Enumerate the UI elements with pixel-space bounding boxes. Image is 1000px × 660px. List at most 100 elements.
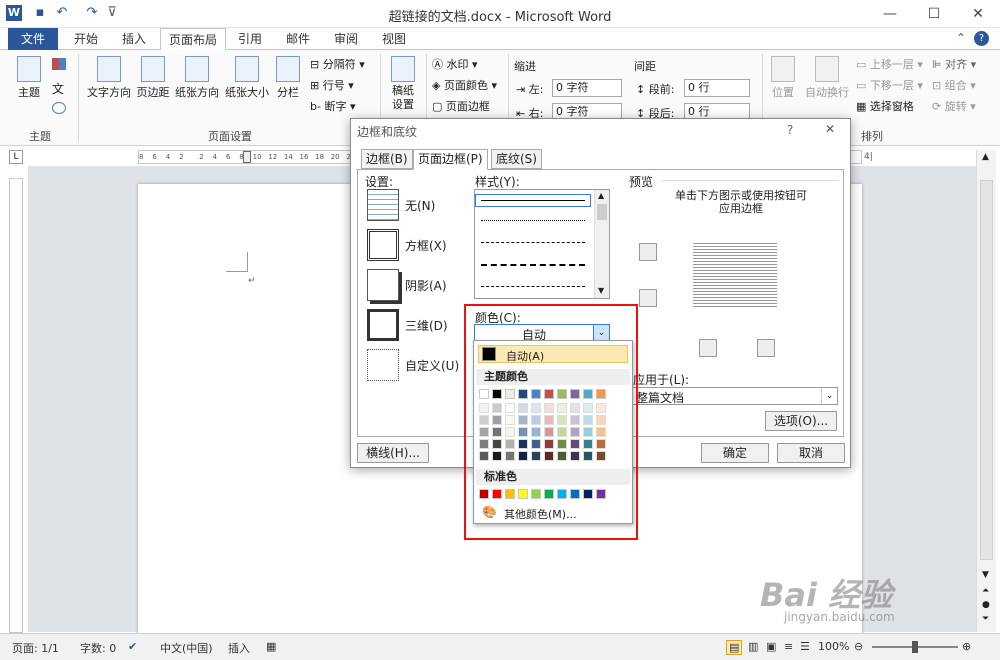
page-borders-button[interactable]: ▢ 页面边框 (432, 98, 490, 114)
help-icon[interactable]: ? (974, 31, 989, 46)
setting-custom-label[interactable]: 自定义(U) (405, 357, 459, 374)
vertical-ruler[interactable] (9, 178, 23, 633)
bring-forward-button[interactable]: ▭ 上移一层 ▾ (856, 56, 923, 72)
theme-effects-icon[interactable] (52, 102, 66, 114)
collapse-ribbon-icon[interactable]: ⌃ (956, 31, 966, 45)
border-top-toggle-icon[interactable] (639, 243, 657, 261)
style-dashed-option[interactable] (481, 264, 585, 266)
status-mode[interactable]: 插入 (228, 640, 250, 656)
border-right-toggle-icon[interactable] (757, 339, 775, 357)
margins-button[interactable]: 页边距 (134, 56, 172, 100)
style-dashdot-option[interactable] (481, 286, 585, 287)
hyphenation-button[interactable]: b- 断字 ▾ (310, 98, 355, 114)
web-layout-icon[interactable]: ▣ (766, 640, 776, 653)
proofing-icon[interactable]: ✔ (128, 640, 137, 653)
style-scrollbar[interactable]: ▲ ▼ (594, 190, 609, 298)
indent-marker-icon[interactable] (243, 151, 251, 163)
size-button[interactable]: 纸张大小 (222, 56, 272, 100)
style-list[interactable]: ▲ ▼ (474, 189, 610, 299)
maximize-button[interactable]: ☐ (912, 0, 956, 28)
style-scroll-up-icon[interactable]: ▲ (598, 191, 604, 200)
tab-page-layout[interactable]: 页面布局 (160, 28, 226, 51)
rotate-button[interactable]: ⟳ 旋转 ▾ (932, 98, 976, 114)
print-layout-icon[interactable]: ▤ (726, 640, 743, 655)
orientation-button[interactable]: 纸张方向 (172, 56, 222, 100)
setting-3d-label[interactable]: 三维(D) (405, 317, 448, 334)
group-objects-button[interactable]: ⊡ 组合 ▾ (932, 77, 976, 93)
ok-button[interactable]: 确定 (701, 443, 769, 463)
tab-borders[interactable]: 边框(B) (361, 149, 413, 169)
scroll-down-icon[interactable]: ▼ (982, 570, 989, 580)
setting-custom-icon[interactable] (367, 349, 399, 381)
spacing-before-input[interactable]: 0 行 (684, 79, 750, 97)
theme-colors-icon[interactable] (52, 58, 66, 70)
dialog-help-button[interactable]: ? (787, 123, 793, 137)
theme-fonts-icon[interactable]: 文 (52, 80, 64, 97)
setting-box-label[interactable]: 方框(X) (405, 237, 447, 254)
style-dotted-option[interactable] (481, 220, 585, 221)
cancel-button[interactable]: 取消 (777, 443, 845, 463)
ruler-toggle-icon[interactable]: L (9, 150, 23, 164)
tab-review[interactable]: 审阅 (326, 28, 366, 50)
zoom-slider-thumb[interactable] (912, 641, 918, 653)
style-scroll-thumb[interactable] (597, 204, 607, 220)
wrap-text-button[interactable]: 自动换行 (802, 56, 852, 100)
tab-file[interactable]: 文件 (8, 28, 58, 50)
border-bottom-toggle-icon[interactable] (639, 289, 657, 307)
setting-none-label[interactable]: 无(N) (405, 197, 435, 214)
apply-to-dropdown[interactable]: 整篇文档 ⌄ (631, 387, 838, 405)
tab-mailings[interactable]: 邮件 (278, 28, 318, 50)
horizontal-line-button[interactable]: 横线(H)... (357, 443, 429, 463)
minimize-button[interactable]: — (868, 0, 912, 28)
indent-left-input[interactable]: 0 字符 (552, 79, 622, 97)
tab-references[interactable]: 引用 (230, 28, 270, 50)
scroll-thumb[interactable] (980, 180, 993, 560)
border-left-toggle-icon[interactable] (699, 339, 717, 357)
full-screen-icon[interactable]: ▥ (748, 640, 758, 653)
columns-button[interactable]: 分栏 (272, 56, 304, 100)
tab-home[interactable]: 开始 (64, 28, 108, 50)
setting-box-icon[interactable] (367, 229, 399, 261)
status-words[interactable]: 字数: 0 (80, 640, 116, 656)
status-page[interactable]: 页面: 1/1 (12, 640, 59, 656)
outline-icon[interactable]: ≡ (784, 640, 793, 653)
tab-page-borders[interactable]: 页面边框(P) (413, 149, 488, 170)
vertical-scrollbar[interactable]: ▲ ▼ ⏶ ● ⏷ (976, 150, 996, 632)
watermark-button[interactable]: Ⓐ 水印 ▾ (432, 56, 478, 72)
setting-3d-icon[interactable] (367, 309, 399, 341)
dialog-close-button[interactable]: ✕ (825, 122, 835, 136)
apply-to-arrow-icon[interactable]: ⌄ (821, 388, 837, 404)
prev-page-icon[interactable]: ⏶ (982, 586, 989, 596)
line-numbers-button[interactable]: ⊞ 行号 ▾ (310, 77, 354, 93)
send-backward-button[interactable]: ▭ 下移一层 ▾ (856, 77, 923, 93)
scroll-up-icon[interactable]: ▲ (982, 152, 989, 162)
style-solid-option[interactable] (475, 194, 591, 207)
theme-button[interactable]: 主题 (12, 56, 46, 100)
status-language[interactable]: 中文(中国) (160, 640, 213, 656)
tab-insert[interactable]: 插入 (112, 28, 156, 50)
browse-object-icon[interactable]: ● (982, 600, 990, 610)
macro-icon[interactable]: ▦ (266, 640, 276, 653)
selection-pane-button[interactable]: ▦ 选择窗格 (856, 98, 914, 114)
style-scroll-down-icon[interactable]: ▼ (598, 286, 604, 295)
page-color-button[interactable]: ◈ 页面颜色 ▾ (432, 77, 497, 93)
text-direction-button[interactable]: 文字方向 (84, 56, 134, 100)
status-zoom[interactable]: 100% (818, 640, 849, 653)
manuscript-button[interactable]: 稿纸 设置 (384, 56, 422, 112)
align-button[interactable]: ⊫ 对齐 ▾ (932, 56, 976, 72)
draft-icon[interactable]: ☰ (800, 640, 810, 653)
zoom-out-icon[interactable]: ⊖ (854, 640, 863, 653)
tab-view[interactable]: 视图 (374, 28, 414, 50)
close-button[interactable]: ✕ (956, 0, 1000, 28)
setting-shadow-icon[interactable] (367, 269, 399, 301)
position-button[interactable]: 位置 (766, 56, 800, 100)
zoom-slider[interactable] (872, 641, 958, 653)
breaks-button[interactable]: ⊟ 分隔符 ▾ (310, 56, 365, 72)
zoom-in-icon[interactable]: ⊕ (962, 640, 971, 653)
next-page-icon[interactable]: ⏷ (982, 614, 989, 624)
tab-shading[interactable]: 底纹(S) (491, 149, 542, 169)
setting-none-icon[interactable] (367, 189, 399, 221)
style-dashed-small-option[interactable] (481, 242, 585, 243)
options-button[interactable]: 选项(O)... (765, 411, 837, 431)
setting-shadow-label[interactable]: 阴影(A) (405, 277, 447, 294)
